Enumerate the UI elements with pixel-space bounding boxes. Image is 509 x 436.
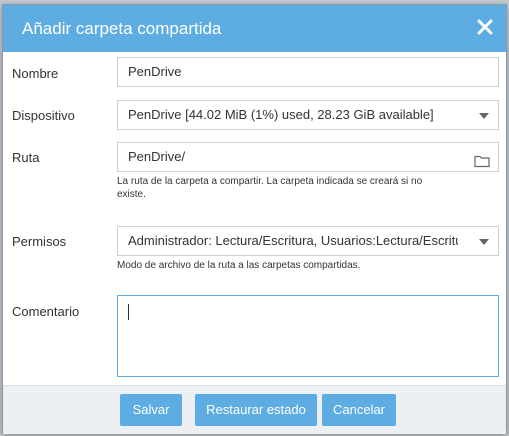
permisos-label: Permisos <box>12 234 67 249</box>
comentario-textarea[interactable] <box>117 295 499 377</box>
close-icon[interactable] <box>476 18 494 36</box>
chevron-down-icon <box>479 113 489 119</box>
ruta-label: Ruta <box>12 150 40 165</box>
chevron-down-icon <box>479 239 489 245</box>
dispositivo-select[interactable]: PenDrive [44.02 MiB (1%) used, 28.23 GiB… <box>117 100 499 130</box>
dialog-titlebar: Añadir carpeta compartida <box>3 5 506 52</box>
ruta-hint-line2: existe. <box>117 189 146 200</box>
dispositivo-label: Dispositivo <box>12 108 75 123</box>
nombre-value: PenDrive <box>128 64 182 79</box>
reset-button[interactable]: Restaurar estado <box>195 394 317 426</box>
cancel-button[interactable]: Cancelar <box>322 394 396 426</box>
ruta-value: PenDrive/ <box>128 149 186 164</box>
comentario-label: Comentario <box>12 304 80 319</box>
text-caret <box>128 304 129 320</box>
add-shared-folder-dialog: Añadir carpeta compartida Nombre PenDriv… <box>2 4 507 434</box>
dispositivo-value: PenDrive [44.02 MiB (1%) used, 28.23 GiB… <box>128 107 434 122</box>
folder-icon[interactable] <box>474 150 490 168</box>
save-button[interactable]: Salvar <box>120 394 182 426</box>
permisos-value: Administrador: Lectura/Escritura, Usuari… <box>128 233 458 248</box>
nombre-input[interactable]: PenDrive <box>117 57 499 87</box>
dialog-title: Añadir carpeta compartida <box>22 19 222 38</box>
permisos-hint: Modo de archivo de la ruta a las carpeta… <box>117 260 361 271</box>
ruta-input[interactable]: PenDrive/ <box>117 142 499 172</box>
dialog-footer: Salvar Restaurar estado Cancelar <box>3 385 506 434</box>
ruta-hint-line1: La ruta de la carpeta a compartir. La ca… <box>117 176 423 187</box>
permisos-select[interactable]: Administrador: Lectura/Escritura, Usuari… <box>117 226 499 256</box>
nombre-label: Nombre <box>12 66 59 81</box>
ruta-hint: La ruta de la carpeta a compartir. La ca… <box>117 175 487 201</box>
